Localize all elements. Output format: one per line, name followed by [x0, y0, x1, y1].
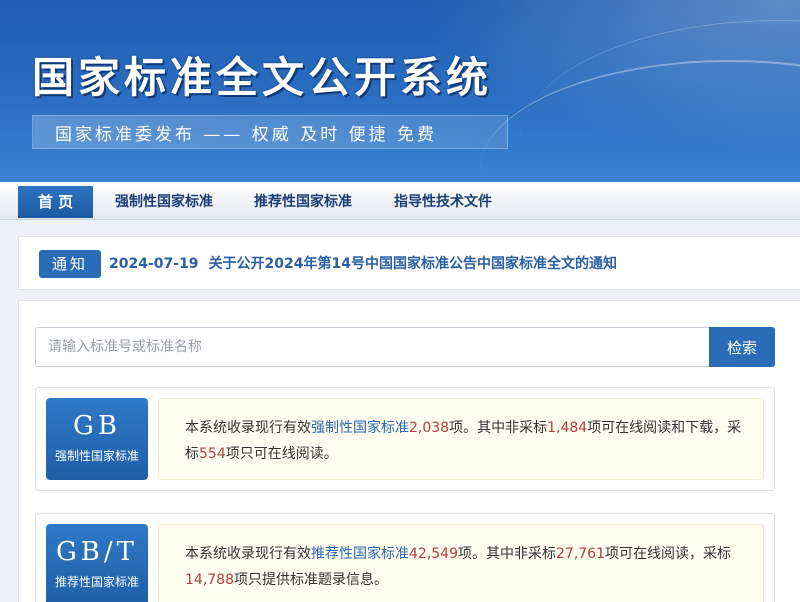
- notice-link[interactable]: 2024-07-19 关于公开2024年第14号中国国家标准公告中国家标准全文的通…: [109, 250, 617, 278]
- non-adopted-count: 1,484: [547, 420, 588, 436]
- desc-text: 项。其中非采标: [458, 546, 556, 562]
- nav-item-recommended-standards[interactable]: 推荐性国家标准: [243, 186, 363, 218]
- header-banner: 国家标准全文公开系统 国家标准委发布 —— 权威 及时 便捷 免费: [0, 0, 800, 182]
- mandatory-standards-link[interactable]: 强制性国家标准: [311, 420, 409, 436]
- standard-label: 强制性国家标准: [54, 449, 139, 463]
- standard-label: 推荐性国家标准: [54, 575, 139, 589]
- search-button[interactable]: 检索: [709, 327, 775, 367]
- standard-card-gbt: GB/T 推荐性国家标准 本系统收录现行有效推荐性国家标准42,549项。其中非…: [35, 513, 775, 602]
- main-nav: 首 页 强制性国家标准 推荐性国家标准 指导性技术文件: [0, 182, 800, 220]
- standard-description: 本系统收录现行有效强制性国家标准2,038项。其中非采标1,484项可在线阅读和…: [158, 398, 764, 480]
- notice-bar: 通知 2024-07-19 关于公开2024年第14号中国国家标准公告中国家标准全…: [18, 236, 800, 290]
- notice-date: 2024-07-19: [109, 256, 199, 272]
- slogan-bar: 国家标准委发布 —— 权威 及时 便捷 免费: [32, 115, 508, 149]
- nav-item-home[interactable]: 首 页: [18, 186, 93, 218]
- main-panel: 检索 GB 强制性国家标准 本系统收录现行有效强制性国家标准2,038项。其中非…: [18, 300, 800, 602]
- desc-text: 本系统收录现行有效: [185, 546, 311, 562]
- total-count: 2,038: [409, 420, 450, 436]
- total-count: 42,549: [409, 546, 458, 562]
- desc-text: 本系统收录现行有效: [185, 420, 311, 436]
- search-input[interactable]: [35, 327, 711, 367]
- non-adopted-count: 27,761: [556, 546, 605, 562]
- nav-item-mandatory-standards[interactable]: 强制性国家标准: [104, 186, 224, 218]
- gbt-category-button[interactable]: GB/T 推荐性国家标准: [46, 524, 148, 602]
- gb-category-button[interactable]: GB 强制性国家标准: [46, 398, 148, 480]
- desc-text: 项只可在线阅读。: [225, 446, 338, 462]
- slogan-text: 国家标准委发布 —— 权威 及时 便捷 免费: [55, 124, 438, 145]
- nav-item-guidance-documents[interactable]: 指导性技术文件: [383, 186, 503, 218]
- site-title: 国家标准全文公开系统: [32, 53, 493, 102]
- standard-description: 本系统收录现行有效推荐性国家标准42,549项。其中非采标27,761项可在线阅…: [158, 524, 764, 602]
- desc-text: 项只提供标准题录信息。: [234, 572, 388, 588]
- notice-title: 关于公开2024年第14号中国国家标准公告中国家标准全文的通知: [208, 256, 618, 272]
- recommended-standards-link[interactable]: 推荐性国家标准: [311, 546, 409, 562]
- standard-code: GB: [73, 411, 121, 441]
- standard-card-gb: GB 强制性国家标准 本系统收录现行有效强制性国家标准2,038项。其中非采标1…: [35, 387, 775, 491]
- adopted-count: 14,788: [185, 572, 234, 588]
- notice-badge: 通知: [39, 250, 101, 278]
- desc-text: 项可在线阅读，采标: [605, 546, 731, 562]
- desc-text: 项。其中非采标: [449, 420, 548, 436]
- adopted-count: 554: [199, 446, 226, 462]
- standard-code: GB/T: [56, 537, 138, 567]
